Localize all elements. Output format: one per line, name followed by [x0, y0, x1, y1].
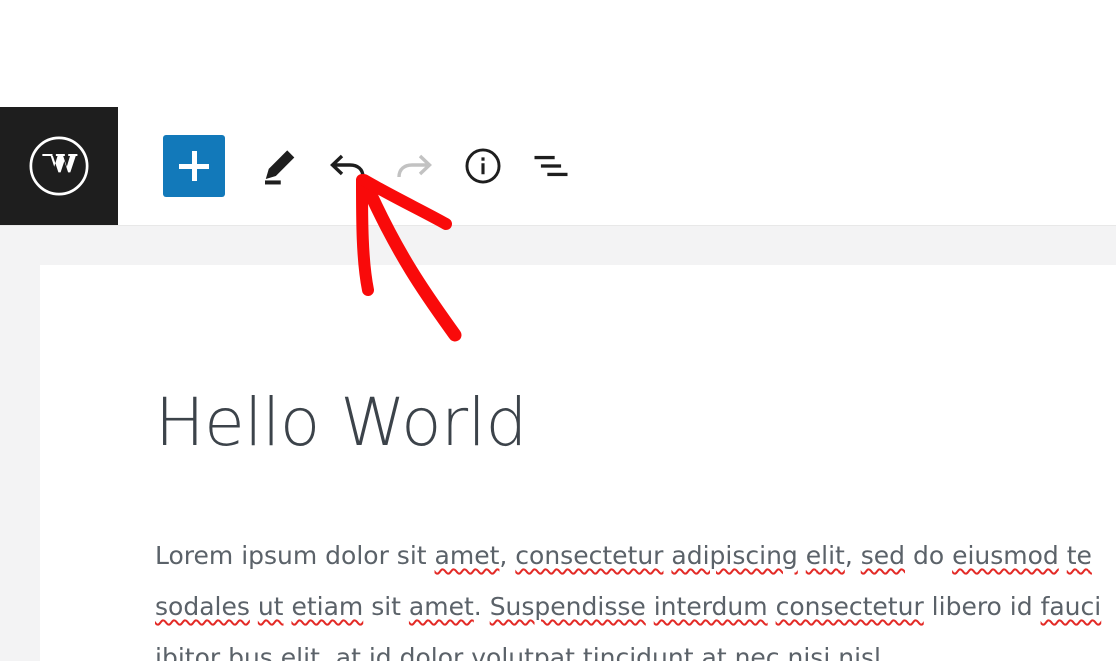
- paragraph-line: sodales ut etiam sit amet. Suspendisse i…: [155, 581, 1116, 632]
- misspelled-word: te: [1066, 541, 1092, 570]
- misspelled-word: Suspendisse: [489, 592, 646, 621]
- paragraph-text: [250, 592, 258, 621]
- misspelled-word: sodales: [155, 592, 250, 621]
- misspelled-word: ibi: [155, 643, 185, 661]
- paragraph-text: ,: [499, 541, 516, 570]
- paragraph-text: [646, 592, 654, 621]
- redo-arrow-icon: [391, 142, 439, 190]
- post-title[interactable]: Hello World: [155, 390, 527, 456]
- paragraph-text: id: [360, 643, 400, 661]
- edit-mode-button[interactable]: [245, 132, 313, 200]
- paragraph-line: Lorem ipsum dolor sit amet, consectetur …: [155, 530, 1116, 581]
- misspelled-word: nec: [734, 643, 780, 661]
- misspelled-word: dolor: [399, 643, 464, 661]
- misspelled-word: tincidunt: [582, 643, 694, 661]
- misspelled-word: amet: [434, 541, 500, 570]
- wordpress-logo-button[interactable]: [0, 107, 118, 225]
- post-paragraph[interactable]: Lorem ipsum dolor sit amet, consectetur …: [155, 530, 1116, 661]
- misspelled-word: amet: [408, 592, 474, 621]
- toolbar-button-group: [118, 107, 585, 225]
- paragraph-text: [575, 643, 583, 661]
- editor-content-canvas[interactable]: Hello World Lorem ipsum dolor sit amet, …: [40, 265, 1116, 661]
- header-divider-band: [0, 225, 1116, 265]
- misspelled-word: sed: [860, 541, 906, 570]
- misspelled-word: bus: [228, 643, 273, 661]
- paragraph-text: do: [905, 541, 953, 570]
- plus-icon: [179, 151, 209, 181]
- misspelled-word: eiusmod: [952, 541, 1059, 570]
- misspelled-word: volutpat: [471, 643, 575, 661]
- paragraph-text: tor: [184, 643, 229, 661]
- misspelled-word: fauci: [1040, 592, 1102, 621]
- misspelled-word: adipiscing: [671, 541, 798, 570]
- paragraph-text: sit: [363, 592, 409, 621]
- list-view-button[interactable]: [517, 132, 585, 200]
- misspelled-word: nisi: [787, 643, 831, 661]
- paragraph-line: ibitor bus elit, at id dolor volutpat ti…: [155, 632, 1116, 661]
- misspelled-word: at: [335, 643, 361, 661]
- paragraph-text: Lorem ipsum dolor sit: [155, 541, 435, 570]
- add-block-button[interactable]: [163, 135, 225, 197]
- paragraph-text: .: [473, 592, 490, 621]
- list-view-icon: [529, 144, 573, 188]
- misspelled-word: elit: [805, 541, 845, 570]
- paragraph-text: at: [693, 643, 735, 661]
- undo-arrow-icon: [323, 142, 371, 190]
- misspelled-word: ut: [257, 592, 284, 621]
- pencil-icon: [258, 145, 300, 187]
- details-button[interactable]: [449, 132, 517, 200]
- misspelled-word: nisl: [838, 643, 881, 661]
- paragraph-text: [780, 643, 788, 661]
- top-whitespace-strip: [0, 0, 1116, 107]
- redo-button[interactable]: [381, 132, 449, 200]
- paragraph-text: elit,: [272, 643, 336, 661]
- paragraph-text: libero id: [923, 592, 1041, 621]
- editor-header-toolbar: [0, 107, 1116, 225]
- paragraph-text: [798, 541, 806, 570]
- paragraph-text: [1059, 541, 1067, 570]
- misspelled-word: interdum: [653, 592, 768, 621]
- misspelled-word: etiam: [291, 592, 364, 621]
- paragraph-text: [768, 592, 776, 621]
- info-circle-icon: [461, 144, 505, 188]
- misspelled-word: consectetur: [775, 592, 924, 621]
- paragraph-text: ,: [844, 541, 861, 570]
- undo-button[interactable]: [313, 132, 381, 200]
- wordpress-logo-icon: [26, 133, 92, 199]
- misspelled-word: consectetur: [515, 541, 664, 570]
